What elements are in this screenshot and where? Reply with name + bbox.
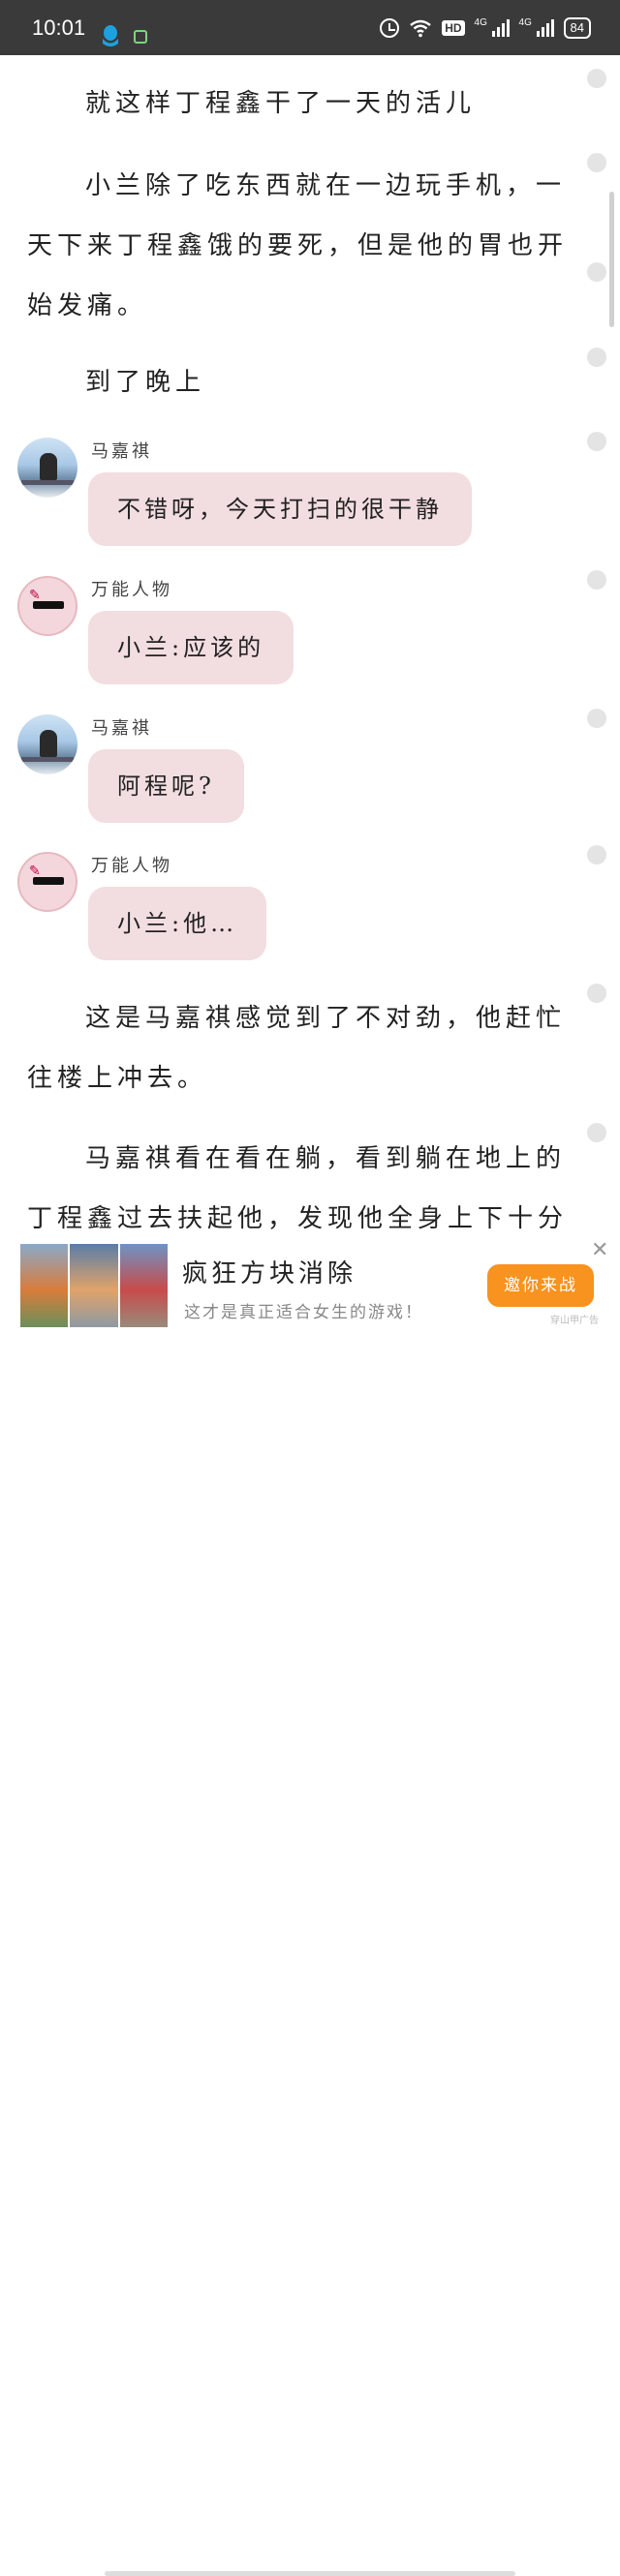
paragraph-comment-icon[interactable] xyxy=(587,1123,606,1142)
paragraph-comment-icon[interactable] xyxy=(587,348,606,367)
qq-icon xyxy=(103,25,118,46)
paragraph-comment-icon[interactable] xyxy=(587,984,606,1003)
battery-indicator: 84 xyxy=(563,17,591,39)
signal-icon-2: 4G xyxy=(518,17,554,37)
ad-cta-button[interactable]: 邀你来战 xyxy=(487,1264,594,1307)
alarm-icon xyxy=(380,18,400,38)
chat-message: ✎ 万能人物 小兰:应该的 xyxy=(17,576,560,687)
avatar: ✎ xyxy=(17,852,78,912)
message-bubble: 不错呀，今天打扫的很干静 xyxy=(88,472,472,546)
avatar: ✎ xyxy=(17,576,78,636)
status-bar: 10:01 HD 4G 4G 84 xyxy=(0,0,620,55)
message-bubble: 阿程呢? xyxy=(88,749,244,823)
paragraph-comment-icon[interactable] xyxy=(587,153,606,172)
status-icons: HD 4G 4G 84 xyxy=(380,15,591,42)
sender-name: 马嘉祺 xyxy=(91,441,152,462)
ad-source-label: 穿山甲广告 xyxy=(550,1316,599,1326)
network-type-1: 4G xyxy=(474,17,487,28)
paragraph-comment-icon[interactable] xyxy=(587,709,606,728)
chat-message: ✎ 万能人物 小兰:他… xyxy=(17,852,560,963)
gesture-handle[interactable] xyxy=(105,2571,515,2576)
avatar xyxy=(17,438,78,498)
paragraph-comment-icon[interactable] xyxy=(587,69,606,88)
close-icon[interactable]: ✕ xyxy=(591,1238,608,1262)
status-time: 10:01 xyxy=(32,15,86,40)
network-type-2: 4G xyxy=(518,17,532,28)
ad-banner[interactable]: 疯狂方块消除 这才是真正适合女生的游戏！ 邀你来战 ✕ 穿山甲广告 xyxy=(0,1236,620,2576)
chat-message: 马嘉祺 不错呀，今天打扫的很干静 xyxy=(17,438,560,549)
story-paragraph: 就这样丁程鑫干了一天的活儿 xyxy=(85,89,477,118)
story-paragraph: 到了晚上 xyxy=(85,368,206,397)
chat-message: 马嘉祺 阿程呢? xyxy=(17,714,560,826)
ad-title[interactable]: 疯狂方块消除 xyxy=(182,1254,356,1289)
message-bubble: 小兰:他… xyxy=(88,887,267,960)
paragraph-comment-icon[interactable] xyxy=(587,262,606,282)
story-paragraph: 马嘉祺看在看在躺，看到躺在地上的丁程鑫过去扶起他，发现他全身上下十分 xyxy=(27,1144,569,1233)
story-paragraph: 小兰除了吃东西就在一边玩手机，一天下来丁程鑫饿的要死，但是他的胃也开始发痛。 xyxy=(27,171,569,320)
signal-icon-1: 4G xyxy=(474,17,510,37)
ad-image[interactable] xyxy=(20,1244,168,1327)
sender-name: 马嘉祺 xyxy=(91,718,152,739)
sender-name: 万能人物 xyxy=(91,580,172,600)
paragraph-comment-icon[interactable] xyxy=(587,845,606,864)
story-paragraph: 这是马嘉祺感觉到了不对劲，他赶忙往楼上冲去。 xyxy=(27,1004,567,1093)
hd-badge: HD xyxy=(442,20,465,36)
paragraph-comment-icon[interactable] xyxy=(587,570,606,590)
scrollbar[interactable] xyxy=(609,192,614,327)
ad-subtitle: 这才是真正适合女生的游戏！ xyxy=(184,1303,423,1322)
wifi-icon xyxy=(410,19,431,38)
paragraph-comment-icon[interactable] xyxy=(587,432,606,451)
story-content[interactable]: 就这样丁程鑫干了一天的活儿 小兰除了吃东西就在一边玩手机，一天下来丁程鑫饿的要死… xyxy=(0,55,620,1236)
notification-app-icon xyxy=(134,30,147,44)
message-bubble: 小兰:应该的 xyxy=(88,611,294,684)
sender-name: 万能人物 xyxy=(91,856,172,876)
avatar xyxy=(17,714,78,774)
